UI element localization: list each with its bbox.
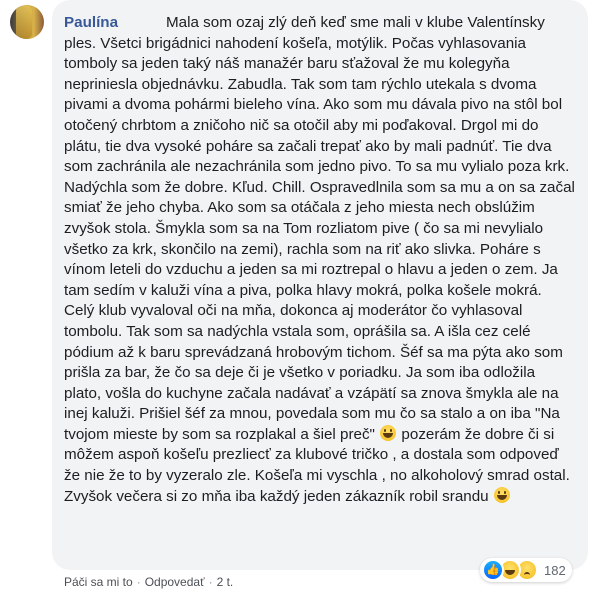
timestamp[interactable]: 2 t. [217, 575, 234, 589]
avatar-image [16, 5, 32, 39]
like-button[interactable]: Páči sa mi to [64, 575, 133, 589]
reply-button[interactable]: Odpovedať [145, 575, 205, 589]
reactions-summary[interactable]: 👍 182 [480, 558, 572, 582]
like-icon: 👍 [482, 559, 504, 581]
comment-bubble: Paulína Mala som ozaj zlý deň keď sme mal… [52, 0, 588, 570]
comment-body: Paulína Mala som ozaj zlý deň keď sme mal… [64, 13, 576, 507]
grinning-face-emoji-icon [380, 424, 397, 441]
action-separator: · [136, 575, 141, 589]
avatar[interactable] [10, 5, 44, 39]
author-name[interactable]: Paulína [64, 14, 118, 31]
comment-container: Paulína Mala som ozaj zlý deň keď sme mal… [0, 0, 594, 605]
comment-actions: Páči sa mi to · Odpovedať · 2 t. [64, 575, 233, 589]
reaction-count: 182 [544, 562, 566, 578]
action-separator: · [208, 575, 213, 589]
grinning-face-emoji-icon [493, 486, 510, 503]
comment-text-part1: Mala som ozaj zlý deň keď sme mali v klu… [64, 14, 575, 443]
